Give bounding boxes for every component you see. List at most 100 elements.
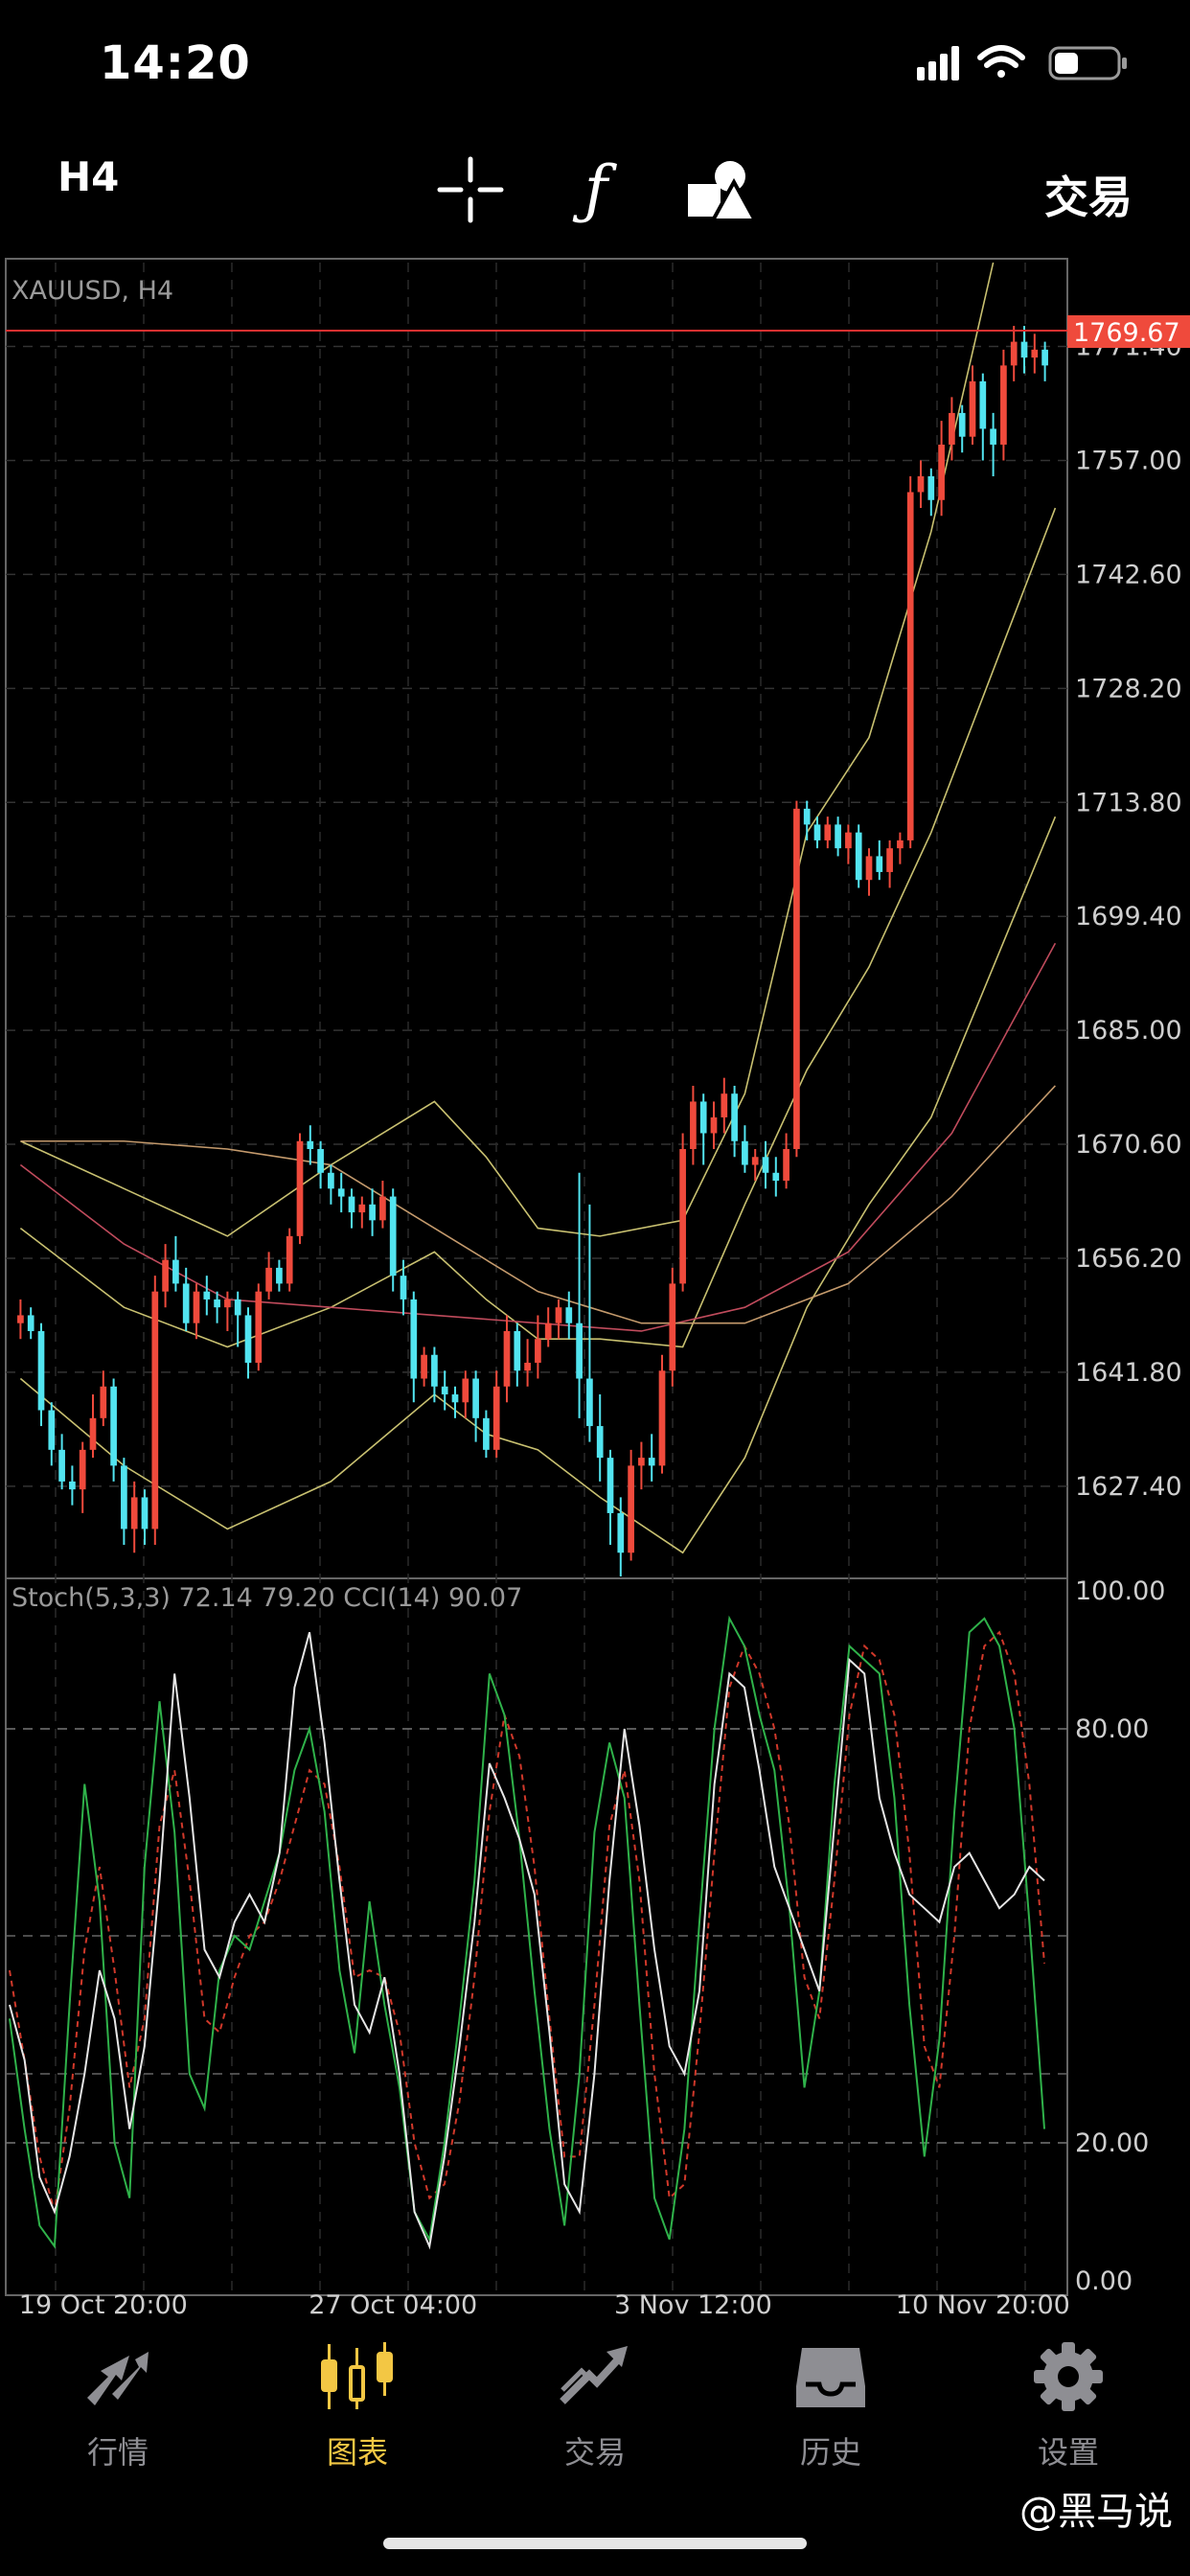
tab-trade[interactable]: 交易: [514, 2338, 676, 2472]
time-tick-label: 27 Oct 04:00: [309, 2290, 477, 2319]
candle-body: [690, 1101, 697, 1150]
candle-body: [544, 1322, 552, 1340]
oscillator-tick-label: 20.00: [1075, 2128, 1149, 2158]
candle-body: [27, 1315, 34, 1331]
tab-label: 图表: [326, 2434, 388, 2471]
signal-icon: [917, 46, 959, 80]
candle-body: [886, 848, 893, 872]
oscillator-tick-label: 0.00: [1075, 2266, 1133, 2296]
price-tick-label: 1685.00: [1075, 1016, 1182, 1046]
candle-body: [1031, 349, 1039, 358]
chart-area[interactable]: 1771.401757.001742.601728.201713.801699.…: [0, 249, 1190, 2319]
candle-body: [938, 444, 945, 500]
candle-body: [803, 808, 811, 825]
candle-body: [514, 1330, 521, 1371]
candle-body: [389, 1196, 397, 1276]
candle-body: [100, 1386, 107, 1418]
tab-chart[interactable]: 图表: [276, 2338, 439, 2472]
candle-body: [762, 1157, 769, 1173]
function-icon[interactable]: ƒ: [567, 151, 625, 228]
candle-body: [472, 1378, 479, 1418]
wifi-icon: [977, 45, 1025, 78]
candle-body: [742, 1140, 748, 1165]
settings-icon: [1034, 2342, 1103, 2411]
tab-quotes[interactable]: 行情: [36, 2338, 199, 2472]
candle-body: [648, 1458, 655, 1466]
candle-body: [927, 475, 935, 500]
candle-body: [337, 1188, 345, 1197]
candle-body: [503, 1330, 511, 1387]
candle-body: [89, 1417, 97, 1450]
shapes-icon[interactable]: [684, 155, 757, 224]
candle-body: [638, 1458, 645, 1466]
candle-body: [958, 412, 966, 437]
candle-body: [835, 824, 841, 849]
price-tick-label: 1757.00: [1075, 446, 1182, 475]
price-tick-label: 1641.80: [1075, 1358, 1182, 1388]
tab-label: 交易: [563, 2434, 626, 2471]
candle-body: [172, 1259, 179, 1284]
candle-body: [348, 1196, 355, 1213]
candle-body: [1020, 341, 1028, 358]
candle-body: [193, 1291, 200, 1323]
trade-button[interactable]: 交易: [1044, 163, 1133, 226]
candle-body: [462, 1378, 469, 1403]
candle-body: [710, 1116, 718, 1134]
candle-body: [596, 1426, 604, 1459]
candle-body: [400, 1276, 407, 1300]
chart-icon: [321, 2342, 393, 2409]
candle-body: [141, 1497, 149, 1530]
candle-body: [731, 1093, 738, 1141]
candle-body: [492, 1386, 500, 1450]
candle-body: [721, 1093, 728, 1117]
candle-body: [1000, 365, 1007, 445]
candle-body: [949, 412, 955, 445]
candle-body: [410, 1299, 418, 1379]
time-tick-label: 10 Nov 20:00: [896, 2290, 1070, 2319]
candle-body: [379, 1196, 386, 1221]
candle-body: [628, 1465, 634, 1553]
candle-body: [772, 1172, 780, 1182]
candle-body: [897, 840, 904, 849]
candle-body: [906, 492, 914, 840]
candle-body: [328, 1172, 334, 1189]
candle-body: [979, 380, 987, 429]
candle-body: [358, 1204, 366, 1213]
candle-body: [586, 1378, 593, 1427]
candle-body: [751, 1157, 759, 1165]
candle-body: [244, 1315, 252, 1364]
candle-body: [286, 1235, 293, 1284]
candle-body: [79, 1449, 86, 1490]
price-tick-label: 1699.40: [1075, 902, 1182, 932]
candle-body: [37, 1330, 45, 1411]
candle-body: [182, 1283, 190, 1323]
candle-body: [969, 380, 976, 437]
candle-body: [699, 1101, 707, 1134]
price-tick-label: 1670.60: [1075, 1130, 1182, 1160]
candle-body: [48, 1410, 56, 1450]
candle-body: [876, 856, 883, 872]
tab-settings[interactable]: 设置: [987, 2338, 1150, 2472]
candle-body: [265, 1267, 272, 1292]
candle-body: [1041, 349, 1048, 366]
candle-body: [451, 1394, 459, 1403]
oscillator-label: Stoch(5,3,3) 72.14 79.20 CCI(14) 90.07: [11, 1583, 522, 1613]
tab-label: 历史: [799, 2434, 861, 2471]
tab-history[interactable]: 历史: [749, 2338, 912, 2472]
candle-body: [576, 1322, 583, 1379]
timeframe-button[interactable]: H4: [57, 153, 119, 200]
candle-body: [296, 1140, 304, 1236]
status-time: 14:20: [100, 36, 251, 90]
candle-body: [110, 1386, 117, 1466]
candle-body: [369, 1204, 376, 1221]
candle-body: [555, 1307, 562, 1323]
candle-body: [658, 1370, 666, 1466]
candle-body: [990, 428, 996, 445]
candle-body: [845, 832, 852, 849]
oscillator-tick-label: 80.00: [1075, 1714, 1149, 1744]
watermark: @黑马说: [1019, 2490, 1173, 2534]
crosshair-icon[interactable]: [436, 155, 505, 224]
time-tick-label: 19 Oct 20:00: [19, 2290, 188, 2319]
candle-body: [917, 475, 925, 493]
battery-icon: [1048, 46, 1127, 80]
